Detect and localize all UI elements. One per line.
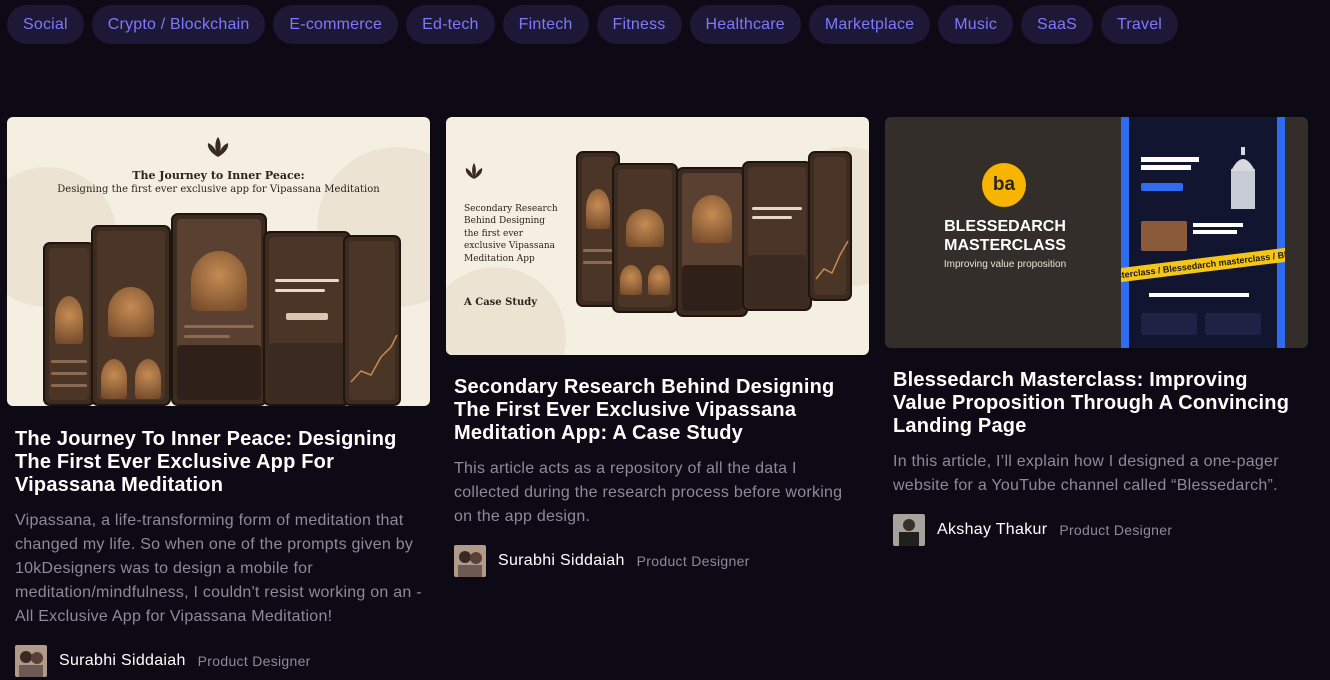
tag-fitness[interactable]: Fitness: [596, 5, 682, 44]
thumbnail-heading: The Journey to Inner Peace:: [132, 169, 305, 182]
lotus-icon: [465, 163, 483, 179]
phone-mockup: [343, 235, 401, 406]
article-title[interactable]: Secondary Research Behind Designing The …: [454, 376, 854, 445]
phone-mockup: [263, 231, 351, 406]
article-title[interactable]: Blessedarch Masterclass: Improving Value…: [893, 369, 1293, 438]
tag-fintech[interactable]: Fintech: [502, 5, 589, 44]
phone-mockup: [612, 163, 678, 313]
phone-mockup: [91, 225, 171, 406]
avatar: [454, 545, 486, 577]
thumbnail-heading: Secondary Research Behind Designing the …: [464, 204, 558, 264]
tag-social[interactable]: Social: [7, 5, 84, 44]
author-info: Akshay Thakur Product Designer: [893, 514, 1308, 546]
tag-marketplace[interactable]: Marketplace: [808, 5, 931, 44]
category-tags: Social Crypto / Blockchain E-commerce Ed…: [7, 5, 1179, 44]
author-name[interactable]: Surabhi Siddaiah: [498, 552, 625, 570]
article-thumbnail[interactable]: ba BLESSEDARCH MASTERCLASS Improving val…: [885, 117, 1308, 348]
phone-mockup: [742, 161, 812, 311]
website-mockup: asterclass / Blessedarch masterclass / B…: [1121, 117, 1285, 348]
author-role: Product Designer: [636, 553, 750, 569]
phone-mockup: [43, 242, 95, 406]
article-card[interactable]: The Journey to Inner Peace: Designing th…: [7, 117, 430, 677]
author-info: Surabhi Siddaiah Product Designer: [454, 545, 869, 577]
tag-e-commerce[interactable]: E-commerce: [273, 5, 399, 44]
thumbnail-subheading: A Case Study: [464, 297, 538, 308]
author-info: Surabhi Siddaiah Product Designer: [15, 645, 430, 677]
tag-crypto-blockchain[interactable]: Crypto / Blockchain: [91, 5, 266, 44]
thumbnail-heading: BLESSEDARCH MASTERCLASS: [944, 218, 1066, 254]
avatar: [893, 514, 925, 546]
article-thumbnail[interactable]: Secondary Research Behind Designing the …: [446, 117, 869, 355]
author-name[interactable]: Akshay Thakur: [937, 521, 1047, 539]
article-title[interactable]: The Journey To Inner Peace: Designing Th…: [15, 428, 415, 497]
lotus-icon: [207, 137, 229, 157]
article-excerpt: Vipassana, a life-transforming form of m…: [15, 512, 422, 625]
article-excerpt: This article acts as a repository of all…: [454, 460, 843, 525]
article-card[interactable]: Secondary Research Behind Designing the …: [446, 117, 869, 577]
author-name[interactable]: Surabhi Siddaiah: [59, 652, 186, 670]
tag-ed-tech[interactable]: Ed-tech: [406, 5, 495, 44]
article-card[interactable]: ba BLESSEDARCH MASTERCLASS Improving val…: [885, 117, 1308, 546]
avatar: [15, 645, 47, 677]
phone-mockup: [808, 151, 852, 301]
phone-mockup: [676, 167, 748, 317]
article-excerpt: In this article, I’ll explain how I desi…: [893, 453, 1279, 494]
phone-mockup: [171, 213, 267, 406]
tag-travel[interactable]: Travel: [1100, 5, 1179, 44]
thumbnail-subheading: Improving value proposition: [943, 259, 1067, 270]
author-role: Product Designer: [197, 653, 311, 669]
thumbnail-subheading: Designing the first ever exclusive app f…: [57, 184, 380, 195]
article-thumbnail[interactable]: The Journey to Inner Peace: Designing th…: [7, 117, 430, 406]
tag-healthcare[interactable]: Healthcare: [689, 5, 801, 44]
tag-saas[interactable]: SaaS: [1021, 5, 1093, 44]
blessedarch-logo: ba: [982, 163, 1026, 207]
author-role: Product Designer: [1059, 522, 1173, 538]
tag-music[interactable]: Music: [938, 5, 1014, 44]
